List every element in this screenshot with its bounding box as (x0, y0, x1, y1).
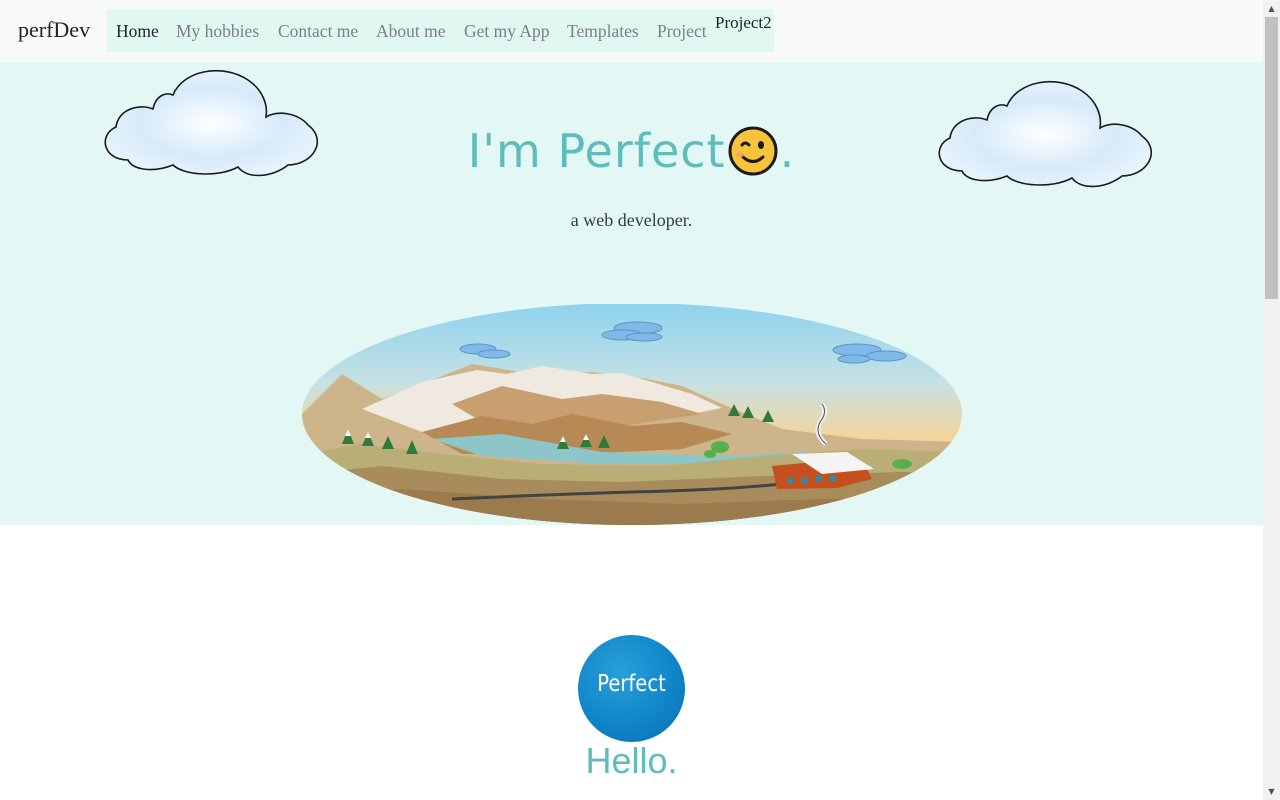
scroll-down-arrow-icon[interactable]: ▼ (1263, 783, 1280, 800)
nav-link-about-me[interactable]: About me (376, 21, 446, 42)
brand-logo[interactable]: perfDev (18, 17, 90, 43)
greeting-heading: Hello. (585, 740, 678, 781)
scroll-up-arrow-icon[interactable]: ▲ (1263, 0, 1280, 17)
hero-title-suffix: . (779, 124, 796, 178)
nav-link-project2[interactable]: Project2 (715, 13, 772, 33)
hero-section: I'm Perfect . a web developer. (0, 62, 1263, 525)
nav-link-home[interactable]: Home (116, 21, 159, 42)
avatar-text: Perfect (597, 671, 666, 697)
scroll-thumb[interactable] (1265, 17, 1278, 299)
hero-title: I'm Perfect . (0, 124, 1263, 187)
nav-link-my-hobbies[interactable]: My hobbies (176, 21, 259, 42)
winking-face-icon (728, 126, 778, 187)
avatar: Perfect (578, 635, 685, 742)
navbar: perfDev Home My hobbies Contact me About… (0, 0, 1263, 62)
hero-title-text: I'm Perfect (467, 124, 726, 178)
nav-links: Home My hobbies Contact me About me Get … (107, 9, 774, 52)
hero-subtitle: a web developer. (570, 210, 693, 230)
nav-link-templates[interactable]: Templates (567, 21, 639, 42)
scrollbar[interactable]: ▲ ▼ (1263, 0, 1280, 800)
nav-link-contact-me[interactable]: Contact me (278, 21, 358, 42)
nav-link-get-my-app[interactable]: Get my App (464, 21, 550, 42)
nav-link-project[interactable]: Project (657, 21, 707, 42)
landscape-illustration (302, 304, 962, 525)
